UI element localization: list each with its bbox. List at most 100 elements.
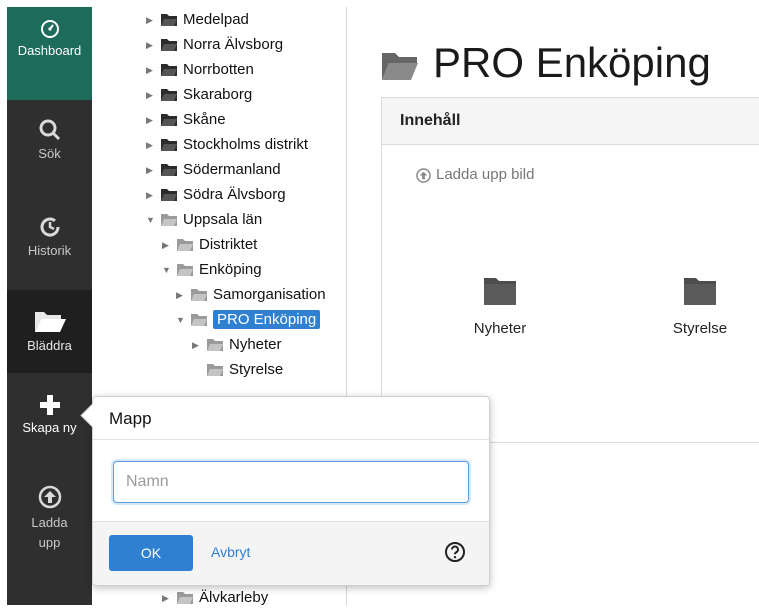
expand-arrow-icon[interactable]: ▶ xyxy=(146,34,156,56)
expand-arrow-icon[interactable]: ▶ xyxy=(146,109,156,131)
tree-node[interactable]: ▶ Skaraborg xyxy=(146,84,252,106)
search-icon xyxy=(39,119,60,141)
expand-arrow-icon[interactable]: ▶ xyxy=(162,587,172,609)
tree-node-label: Styrelse xyxy=(229,361,284,378)
expand-arrow-icon[interactable]: ▶ xyxy=(176,284,186,306)
tree-node[interactable]: ▶ Stockholms distrikt xyxy=(146,134,308,156)
tree-node-label: PRO Enköping xyxy=(213,310,321,329)
tree-node-label: Skaraborg xyxy=(183,86,253,103)
folder-open-icon xyxy=(177,264,193,277)
history-icon xyxy=(40,217,60,237)
nav-dashboard[interactable]: Dashboard xyxy=(7,7,92,100)
upload-image-link[interactable]: Ladda upp bild xyxy=(416,166,534,183)
tree-node-selected[interactable]: ▼ PRO Enköping xyxy=(176,309,321,331)
folder-item-nyheter[interactable]: Nyheter xyxy=(450,276,550,337)
expand-arrow-icon[interactable]: ▶ xyxy=(192,334,202,356)
page-title-text: PRO Enköping xyxy=(433,39,711,86)
popover-title: Mapp xyxy=(93,397,489,440)
folder-icon xyxy=(161,164,177,177)
tree-node[interactable]: ▼ Enköping xyxy=(162,259,262,281)
tree-node[interactable]: ▼ Uppsala län xyxy=(146,209,262,231)
expand-arrow-icon[interactable]: ▶ xyxy=(146,9,156,31)
tree-node[interactable]: ▶ Södra Älvsborg xyxy=(146,184,286,206)
expand-arrow-icon[interactable]: ▶ xyxy=(146,184,156,206)
panel-title: Innehåll xyxy=(382,98,759,145)
folder-name-input[interactable] xyxy=(113,461,469,503)
help-icon[interactable] xyxy=(444,541,466,563)
tree-node-label: Skåne xyxy=(183,111,226,128)
tree-node-label: Stockholms distrikt xyxy=(183,136,309,153)
tree-node-label: Nyheter xyxy=(229,336,282,353)
folder-item-label: Styrelse xyxy=(672,320,728,337)
tree-node-label: Älvkarleby xyxy=(199,589,269,606)
tree-node-label: Enköping xyxy=(199,261,262,278)
tree-node-label: Södermanland xyxy=(183,161,281,178)
collapse-arrow-icon[interactable]: ▼ xyxy=(162,259,172,281)
nav-upload[interactable]: Ladda upp xyxy=(7,469,92,579)
folder-icon xyxy=(207,339,223,352)
folder-open-icon xyxy=(191,314,207,327)
page-title: PRO Enköping xyxy=(381,39,711,87)
collapse-arrow-icon[interactable]: ▼ xyxy=(176,309,186,331)
tree-node[interactable]: ▶ Samorganisation xyxy=(176,284,326,306)
nav-search[interactable]: Sök xyxy=(7,100,92,195)
expand-arrow-icon[interactable]: ▶ xyxy=(146,159,156,181)
upload-icon xyxy=(416,167,431,183)
tree-node[interactable]: Styrelse xyxy=(202,359,283,381)
nav-label: Skapa ny xyxy=(22,420,77,435)
nav-label: Dashboard xyxy=(17,43,82,58)
cancel-link[interactable]: Avbryt xyxy=(211,544,250,560)
folder-icon xyxy=(191,289,207,302)
folder-open-icon xyxy=(382,52,418,80)
dashboard-gauge-icon xyxy=(40,20,59,38)
folder-icon xyxy=(177,592,193,605)
folder-icon xyxy=(161,189,177,202)
folder-item-styrelse[interactable]: Styrelse xyxy=(650,276,750,337)
tree-node-label: Södra Älvsborg xyxy=(183,186,286,203)
folder-open-icon xyxy=(34,312,66,332)
tree-node[interactable]: ▶ Södermanland xyxy=(146,159,281,181)
tree-node-label: Samorganisation xyxy=(213,286,326,303)
plus-icon xyxy=(39,395,60,415)
upload-icon xyxy=(38,485,61,509)
folder-open-icon xyxy=(161,214,177,227)
content-panel: Innehåll Ladda upp bild Nyheter Styrelse xyxy=(381,97,759,443)
folder-icon xyxy=(207,364,223,377)
expand-arrow-icon[interactable]: ▶ xyxy=(146,59,156,81)
nav-label: Ladda upp xyxy=(31,515,68,550)
tree-node-label: Distriktet xyxy=(199,236,258,253)
upload-label: Ladda upp bild xyxy=(436,166,535,183)
tree-node-label: Norrbotten xyxy=(183,61,254,78)
folder-icon xyxy=(161,14,177,27)
folder-icon xyxy=(161,39,177,52)
expand-arrow-icon[interactable]: ▶ xyxy=(162,234,172,256)
nav-history[interactable]: Historik xyxy=(7,195,92,290)
folder-icon xyxy=(484,278,516,305)
ok-button[interactable]: OK xyxy=(109,535,193,571)
tree-node[interactable]: ▶ Nyheter xyxy=(192,334,282,356)
tree-node[interactable]: ▶ Skåne xyxy=(146,109,226,131)
tree-node[interactable]: ▶ Medelpad xyxy=(146,9,249,31)
create-folder-popover: Mapp OK Avbryt xyxy=(80,396,490,586)
expand-arrow-icon[interactable]: ▶ xyxy=(146,84,156,106)
tree-node[interactable]: ▶ Älvkarleby xyxy=(162,587,268,609)
tree-node-label: Medelpad xyxy=(183,11,249,28)
folder-icon xyxy=(177,239,193,252)
nav-browse[interactable]: Bläddra xyxy=(7,290,92,373)
expand-arrow-icon[interactable]: ▶ xyxy=(146,134,156,156)
collapse-arrow-icon[interactable]: ▼ xyxy=(146,209,156,231)
folder-icon xyxy=(161,89,177,102)
folder-icon xyxy=(161,64,177,77)
nav-create-new[interactable]: Skapa ny xyxy=(7,378,92,467)
tree-node-label: Norra Älvsborg xyxy=(183,36,284,53)
folder-icon xyxy=(161,114,177,127)
tree-node[interactable]: ▶ Norra Älvsborg xyxy=(146,34,283,56)
tree-node[interactable]: ▶ Distriktet xyxy=(162,234,257,256)
tree-node-label: Uppsala län xyxy=(183,211,263,228)
tree-node[interactable]: ▶ Norrbotten xyxy=(146,59,254,81)
nav-label: Historik xyxy=(27,243,72,258)
folder-item-label: Nyheter xyxy=(473,320,527,337)
sidebar: Dashboard Sök Historik Bläddra Skapa ny xyxy=(7,7,92,605)
popover-footer: OK Avbryt xyxy=(93,521,489,585)
nav-label: Sök xyxy=(38,146,61,161)
